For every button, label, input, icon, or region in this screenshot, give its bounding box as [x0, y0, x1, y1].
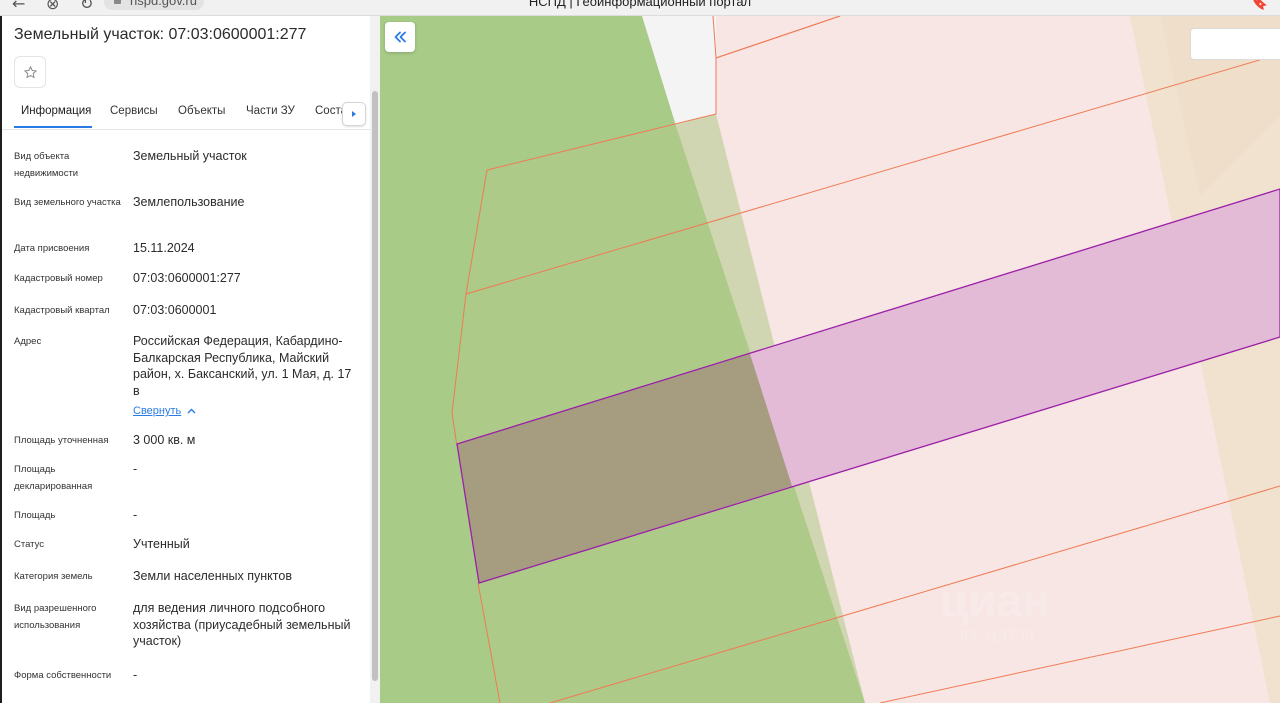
attribute-label: Площадь уточненная	[14, 435, 109, 446]
caret-right-icon	[352, 111, 356, 117]
tab-objects[interactable]: Объекты	[178, 105, 225, 117]
attribute-value: Учтенный	[133, 537, 190, 551]
attribute-label: Дата присвоения	[14, 243, 90, 254]
window-title: НСПД | Геоинформационный портал	[528, 0, 752, 9]
attribute-label: Площадь декларированная	[14, 464, 93, 492]
attribute-value: Земли населенных пунктов	[133, 569, 292, 583]
attribute-label: Площадь	[14, 510, 56, 521]
cadastral-number-value[interactable]: 07:03:0600001:277	[133, 270, 359, 287]
attribute-value: Земельный участок	[133, 149, 247, 163]
info-tabs: Информация Сервисы Объекты Части ЗУ Сост…	[2, 96, 370, 130]
tab-parts[interactable]: Части ЗУ	[246, 105, 295, 117]
attribute-label: Вид разрешенного использования	[14, 603, 97, 631]
attribute-label: Кадастровый номер	[14, 273, 103, 284]
collapse-address-link[interactable]: Свернуть	[133, 405, 196, 417]
attribute-label: Вид земельного участка	[14, 197, 121, 208]
panel-scrollbar[interactable]	[370, 16, 380, 703]
attribute-label: Адрес	[14, 336, 42, 347]
watermark-text: циан	[940, 574, 1050, 626]
active-tab-indicator	[14, 126, 92, 128]
attribute-label: Вид объекта недвижимости	[14, 151, 79, 179]
cadastral-quarter-value[interactable]: 07:03:0600001	[133, 302, 359, 319]
address-value: Российская Федерация, Кабардино-Балкарск…	[133, 334, 352, 398]
attribute-value: 3 000 кв. м	[133, 433, 196, 447]
collapse-link-label: Свернуть	[133, 405, 182, 417]
browser-toolbar: ← ⊗ ↻ nspd.gov.ru НСПД | Геоинформационн…	[0, 0, 1280, 16]
bookmark-icon[interactable]: 🔖	[1251, 0, 1268, 11]
star-icon	[23, 65, 37, 78]
attribute-label: Категория земель	[14, 571, 93, 582]
attribute-label: Форма собственности	[14, 670, 112, 681]
collapse-panel-button[interactable]	[385, 22, 415, 52]
watermark-id: ID 313739...	[960, 628, 1047, 645]
map-search-input[interactable]	[1190, 28, 1280, 60]
attribute-label: Статус	[14, 539, 45, 550]
tab-info[interactable]: Информация	[21, 105, 91, 117]
scrollbar-thumb[interactable]	[372, 91, 378, 681]
map-canvas[interactable]: циан ID 313739...	[380, 16, 1280, 703]
tab-services[interactable]: Сервисы	[110, 105, 158, 117]
attribute-value: -	[133, 668, 138, 682]
attribute-label: Кадастровый квартал	[14, 305, 110, 316]
favorite-button[interactable]	[14, 56, 46, 88]
attribute-value: -	[133, 462, 138, 476]
attribute-value: для ведения личного подсобного хозяйства…	[133, 601, 351, 648]
attribute-value: Землепользование	[133, 195, 245, 209]
chevron-up-icon	[187, 408, 196, 414]
map-layers: циан ID 313739...	[380, 16, 1280, 703]
tabs-scroll-right-button[interactable]	[342, 102, 366, 126]
attribute-value: -	[133, 508, 138, 522]
attribute-value: 15.11.2024	[133, 241, 195, 255]
double-chevron-left-icon	[394, 31, 406, 43]
object-info-panel: Земельный участок: 07:03:0600001:277 Инф…	[0, 16, 380, 703]
page-title: Земельный участок: 07:03:0600001:277	[14, 26, 307, 43]
